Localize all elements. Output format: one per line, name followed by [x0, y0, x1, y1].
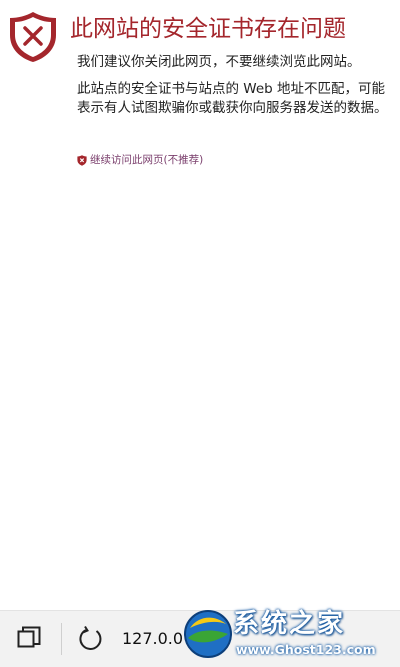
- shield-error-icon: [10, 12, 56, 62]
- toolbar-divider: [61, 623, 62, 655]
- page-title: 此网站的安全证书存在问题: [70, 16, 346, 42]
- shield-warning-icon: [77, 154, 87, 166]
- tabs-button[interactable]: [14, 623, 44, 653]
- address-bar-text[interactable]: 127.0.0: [122, 628, 183, 650]
- globe-logo-icon: [184, 610, 232, 658]
- certificate-warning-page: 此网站的安全证书存在问题 我们建议你关闭此网页，不要继续浏览此网站。 此站点的安…: [0, 0, 400, 610]
- tabs-icon: [17, 626, 41, 648]
- refresh-button[interactable]: [75, 623, 107, 655]
- recommendation-text: 我们建议你关闭此网页，不要继续浏览此网站。: [77, 54, 361, 70]
- continue-to-website-link[interactable]: 继续访问此网页(不推荐): [77, 153, 203, 167]
- certificate-mismatch-text: 此站点的安全证书与站点的 Web 地址不匹配，可能表示有人试图欺骗你或截获你向服…: [77, 81, 388, 116]
- watermark-brand: 系统之家: [233, 609, 346, 639]
- watermark-site: www.Ghost123.com: [236, 642, 376, 657]
- watermark-logo: 系统之家 www.Ghost123.com: [178, 604, 400, 667]
- continue-link-label[interactable]: 继续访问此网页(不推荐): [90, 153, 203, 167]
- refresh-icon: [79, 625, 102, 650]
